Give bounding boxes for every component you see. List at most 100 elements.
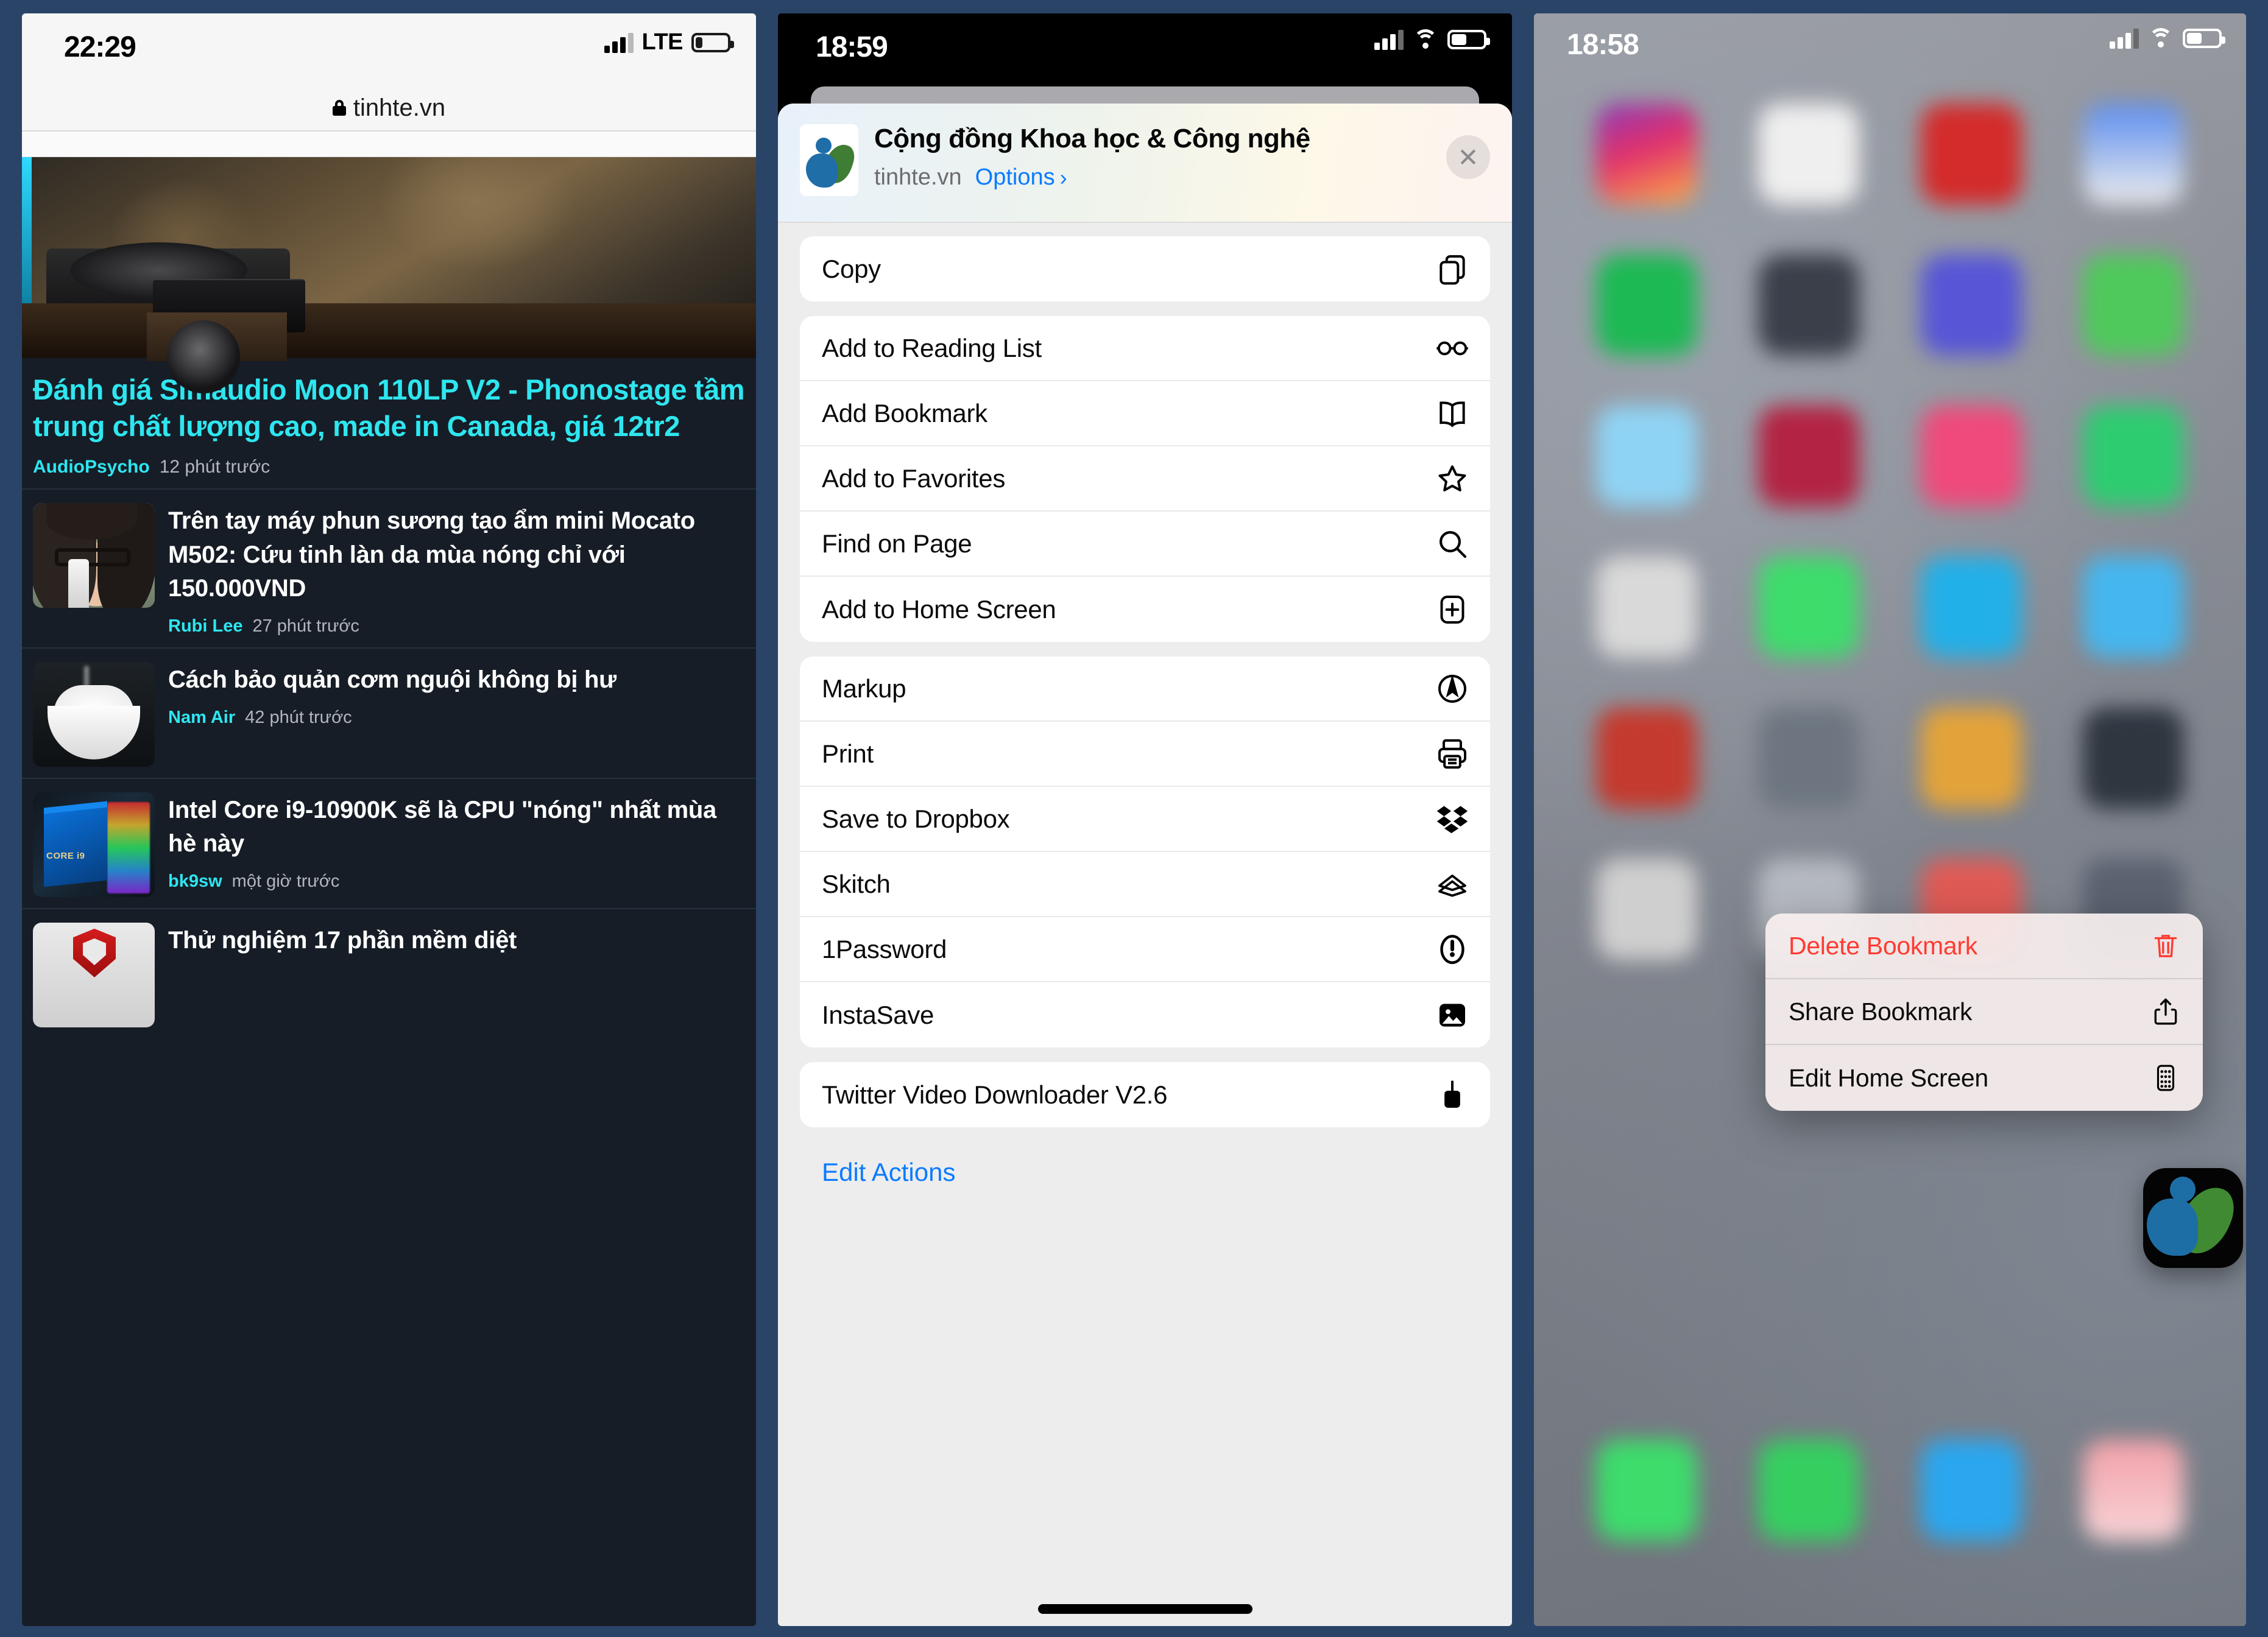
status-bar: 22:29 LTE [22, 13, 756, 85]
article-thumbnail [33, 922, 155, 1027]
network-type-label: LTE [641, 29, 684, 55]
action-markup[interactable]: Markup [800, 657, 1490, 722]
screenshot-canvas: 22:29 LTE tinhte.vn Đánh giá Simaudio Mo… [0, 0, 2268, 1637]
article-list-item[interactable]: Thử nghiệm 17 phần mềm diệt [22, 907, 756, 1038]
blurred-app-icon[interactable] [1596, 859, 1698, 960]
share-sheet: Cộng đồng Khoa học & Công nghệ tinhte.vn… [778, 104, 1512, 1626]
blurred-app-icon[interactable] [1920, 708, 2022, 809]
add-to-home-screen-icon [1434, 591, 1471, 628]
battery-half-icon [1447, 30, 1490, 49]
context-item-label: Edit Home Screen [1789, 1063, 1988, 1092]
lead-article[interactable]: Đánh giá Simaudio Moon 110LP V2 - Phonos… [22, 358, 756, 488]
page-content: Đánh giá Simaudio Moon 110LP V2 - Phonos… [22, 157, 756, 1626]
action-add-to-home-screen[interactable]: Add to Home Screen [800, 577, 1490, 642]
blurred-dock-icon[interactable] [1920, 1440, 2022, 1541]
article-list-item[interactable]: Cách bảo quản cơm nguội không bị hư Nam … [22, 647, 756, 778]
blurred-app-icon[interactable] [1920, 406, 2022, 507]
url-text: tinhte.vn [353, 94, 446, 121]
status-bar: 18:58 [1534, 13, 2246, 84]
blurred-app-icon[interactable] [2082, 708, 2184, 809]
blurred-app-icon[interactable] [2082, 104, 2184, 205]
action-skitch[interactable]: Skitch [800, 852, 1490, 917]
action-instasave[interactable]: InstaSave [800, 982, 1490, 1047]
blurred-app-icon[interactable] [1920, 104, 2022, 205]
blurred-app-icon[interactable] [1596, 255, 1698, 356]
action-label: 1Password [822, 934, 947, 963]
blurred-app-icon[interactable] [2082, 557, 2184, 658]
blurred-app-icon[interactable] [1596, 708, 1698, 809]
blurred-app-icon[interactable] [1596, 406, 1698, 507]
lead-article-meta: AudioPsycho 12 phút trước [22, 445, 756, 477]
trash-icon [2149, 929, 2182, 962]
blurred-dock-icon[interactable] [2082, 1440, 2184, 1541]
blurred-app-icon[interactable] [1758, 406, 1860, 507]
action-add-bookmark[interactable]: Add Bookmark [800, 381, 1490, 446]
search-icon [1434, 526, 1471, 562]
blurred-dock-icon[interactable] [1758, 1440, 1860, 1541]
edit-actions-button[interactable]: Edit Actions [800, 1142, 1490, 1187]
status-time: 18:58 [1567, 29, 1639, 61]
url-bar[interactable]: tinhte.vn [22, 85, 756, 132]
phone-panel-share-sheet: 18:59 Cộng đồng Khoa học & Công nghệ tin… [778, 13, 1512, 1626]
home-indicator[interactable] [1037, 1604, 1252, 1614]
status-indicators [1374, 29, 1490, 50]
share-sheet-title: Cộng đồng Khoa học & Công nghệ [874, 124, 1310, 153]
browser-chrome-strip [22, 132, 756, 157]
blurred-app-icon[interactable] [1758, 557, 1860, 658]
action-twitter-video-downloader[interactable]: Twitter Video Downloader V2.6 [800, 1062, 1490, 1127]
context-item-delete-bookmark[interactable]: Delete Bookmark [1765, 914, 2203, 979]
phone-panel-home-screen: 18:58 Delete Bookmark Share Bookmark Edi… [1534, 13, 2246, 1626]
close-button[interactable]: ✕ [1446, 135, 1490, 179]
blurred-app-icon[interactable] [1920, 255, 2022, 356]
action-copy[interactable]: Copy [800, 236, 1490, 301]
skitch-icon [1434, 866, 1471, 903]
download-icon [1434, 1077, 1471, 1113]
context-item-share-bookmark[interactable]: Share Bookmark [1765, 979, 2203, 1045]
article-title: Thử nghiệm 17 phần mềm diệt [168, 926, 517, 954]
copy-icon [1434, 251, 1471, 287]
article-author[interactable]: Rubi Lee [168, 616, 242, 636]
article-author[interactable]: Nam Air [168, 708, 235, 728]
action-print[interactable]: Print [800, 722, 1490, 787]
article-list-item[interactable]: Trên tay máy phun sương tạo ẩm mini Moca… [22, 488, 756, 647]
blurred-app-icon[interactable] [1920, 557, 2022, 658]
blurred-app-icon[interactable] [1596, 557, 1698, 658]
action-label: Add Bookmark [822, 398, 987, 428]
context-item-edit-home-screen[interactable]: Edit Home Screen [1765, 1045, 2203, 1111]
article-title: Cách bảo quản cơm nguội không bị hư [168, 666, 616, 693]
blurred-app-icon[interactable] [1596, 104, 1698, 205]
wifi-icon [2147, 28, 2174, 49]
article-thumbnail [33, 503, 155, 608]
status-indicators: LTE [604, 29, 734, 55]
blurred-app-icon[interactable] [1758, 104, 1860, 205]
onepassword-icon [1434, 931, 1471, 968]
action-add-to-reading-list[interactable]: Add to Reading List [800, 316, 1490, 381]
wifi-icon [1412, 29, 1439, 50]
tinhte-site-icon [800, 124, 858, 196]
lead-article-image[interactable] [22, 157, 756, 393]
tinhte-web-clip-icon[interactable] [2143, 1168, 2243, 1268]
action-label: Add to Favorites [822, 463, 1006, 493]
instasave-photo-icon [1434, 997, 1471, 1033]
action-1password[interactable]: 1Password [800, 917, 1490, 982]
cellular-bars-icon [1374, 29, 1404, 50]
article-author[interactable]: AudioPsycho [33, 457, 150, 477]
share-sheet-domain: tinhte.vn [874, 164, 962, 191]
home-screen-dock [1534, 1440, 2246, 1541]
article-author[interactable]: bk9sw [168, 871, 222, 892]
action-save-to-dropbox[interactable]: Save to Dropbox [800, 787, 1490, 852]
article-title: Intel Core i9-10900K sẽ là CPU "nóng" nh… [168, 796, 716, 857]
blurred-app-icon[interactable] [2082, 255, 2184, 356]
article-list-item[interactable]: CORE i9 Intel Core i9-10900K sẽ là CPU "… [22, 777, 756, 908]
blurred-app-icon[interactable] [2082, 406, 2184, 507]
article-thumbnail: CORE i9 [33, 792, 155, 897]
blurred-dock-icon[interactable] [1596, 1440, 1698, 1541]
action-label: Skitch [822, 869, 891, 898]
action-add-to-favorites[interactable]: Add to Favorites [800, 446, 1490, 512]
share-options-button[interactable]: Options › [975, 164, 1067, 191]
action-label: Markup [822, 674, 906, 703]
blurred-app-icon[interactable] [1758, 708, 1860, 809]
action-find-on-page[interactable]: Find on Page [800, 512, 1490, 577]
blurred-app-icon[interactable] [1758, 255, 1860, 356]
glasses-icon [1434, 330, 1471, 367]
